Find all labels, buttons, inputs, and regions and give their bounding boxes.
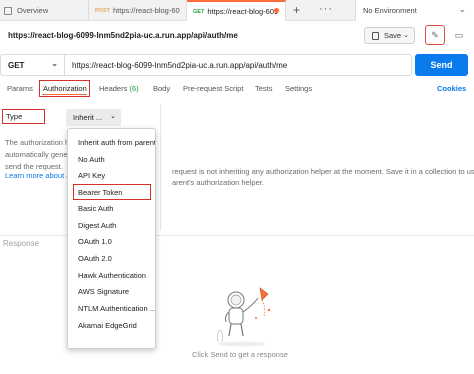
dropdown-option-akamai[interactable]: Akamai EdgeGrid [68,317,155,334]
dropdown-option-digest-auth[interactable]: Digest Auth [68,217,155,234]
edit-icon: ✎ [431,29,439,40]
dropdown-option-aws-signature[interactable]: AWS Signature [68,284,155,301]
unsaved-dot-icon [274,8,279,13]
tab-tests[interactable]: Tests [255,84,273,93]
response-empty-message: Click Send to get a response [192,350,288,359]
headers-count: (6) [129,84,139,93]
dropdown-option-hawk[interactable]: Hawk Authentication [68,267,155,284]
chevron-down-icon: ⌄ [458,4,466,14]
dropdown-option-bearer-token[interactable]: Bearer Token [73,184,151,201]
comment-icon: ▭ [454,29,464,40]
tab-post-label: https://react-blog-60 [112,6,180,15]
request-bar: GET ⌄ [0,54,412,76]
auth-info-message: request is not inheriting any authorizat… [172,166,474,188]
auth-info-line: request is not inheriting any authorizat… [172,167,474,176]
edit-button[interactable]: ✎ [425,25,445,45]
auth-info-line: arent's authorization helper. [172,178,264,187]
tab-overview-label: Overview [17,6,49,15]
method-select[interactable]: GET ⌄ [1,55,65,75]
tab-headers[interactable]: Headers (6) [99,84,139,93]
auth-type-dropdown: Inherit auth from parent No Auth API Key… [67,128,156,349]
request-title: https://react-blog-6099-lnm5nd2pia-uc.a.… [8,31,238,40]
comment-button[interactable]: ▭ [450,26,468,44]
tab-authorization[interactable]: Authorization [39,80,90,97]
dropdown-option-inherit[interactable]: Inherit auth from parent [68,134,155,151]
auth-type-select[interactable]: Inherit ... ⌄ [66,109,121,126]
environment-select[interactable]: No Environment ⌄ [355,0,474,21]
tab-pre-request-script[interactable]: Pre-request Script [183,84,243,93]
tab-overview[interactable]: Overview [0,0,89,21]
dropdown-option-ntlm[interactable]: NTLM Authentication ... [68,300,155,317]
request-tab-bar: Overview POST https://react-blog-60 GET … [0,0,474,21]
dropdown-option-api-key[interactable]: API Key [68,167,155,184]
tab-get-request[interactable]: GET https://react-blog-609 [187,0,286,21]
tab-headers-label: Headers [99,84,128,93]
chevron-down-icon: ⌄ [110,113,116,120]
dropdown-option-oauth2[interactable]: OAuth 2.0 [68,250,155,267]
chevron-down-icon: ⌄ [403,32,409,39]
auth-description-line: automatically gener [5,150,67,159]
plus-icon[interactable]: + [293,3,300,17]
learn-more-link[interactable]: Learn more about a [5,171,67,180]
save-button[interactable]: Save ⌄ [364,27,415,44]
chevron-down-icon: ⌄ [51,59,58,68]
request-title-row: https://react-blog-6099-lnm5nd2pia-uc.a.… [0,22,474,49]
astronaut-illustration [216,287,271,347]
url-input[interactable] [65,55,411,75]
dropdown-option-oauth1[interactable]: OAuth 1.0 [68,233,155,250]
tab-get-label: https://react-blog-609 [207,7,279,16]
tab-settings[interactable]: Settings [285,84,312,93]
overview-icon [4,6,12,15]
tab-method-get: GET [193,8,205,15]
more-icon[interactable]: ··· [319,3,333,15]
save-icon [372,31,379,40]
response-label: Response [3,239,40,248]
request-subtabs: Params Authorization Headers (6) Body Pr… [0,80,474,98]
save-label: Save [384,31,402,40]
tab-post-request[interactable]: POST https://react-blog-60 [89,0,187,21]
auth-description: The authorization he automatically gener… [5,137,67,173]
method-label: GET [8,60,25,70]
auth-type-value: Inherit ... [73,113,103,122]
dropdown-option-basic-auth[interactable]: Basic Auth [68,200,155,217]
auth-description-line: The authorization he [5,138,67,147]
tab-body[interactable]: Body [153,84,170,93]
send-button[interactable]: Send [415,54,468,76]
auth-type-label: Type [2,109,45,124]
dropdown-option-no-auth[interactable]: No Auth [68,151,155,168]
tab-method-post: POST [95,7,110,14]
tab-params[interactable]: Params [7,84,33,93]
environment-label: No Environment [363,6,417,15]
panel-divider [160,104,161,230]
cookies-link[interactable]: Cookies [437,84,466,93]
